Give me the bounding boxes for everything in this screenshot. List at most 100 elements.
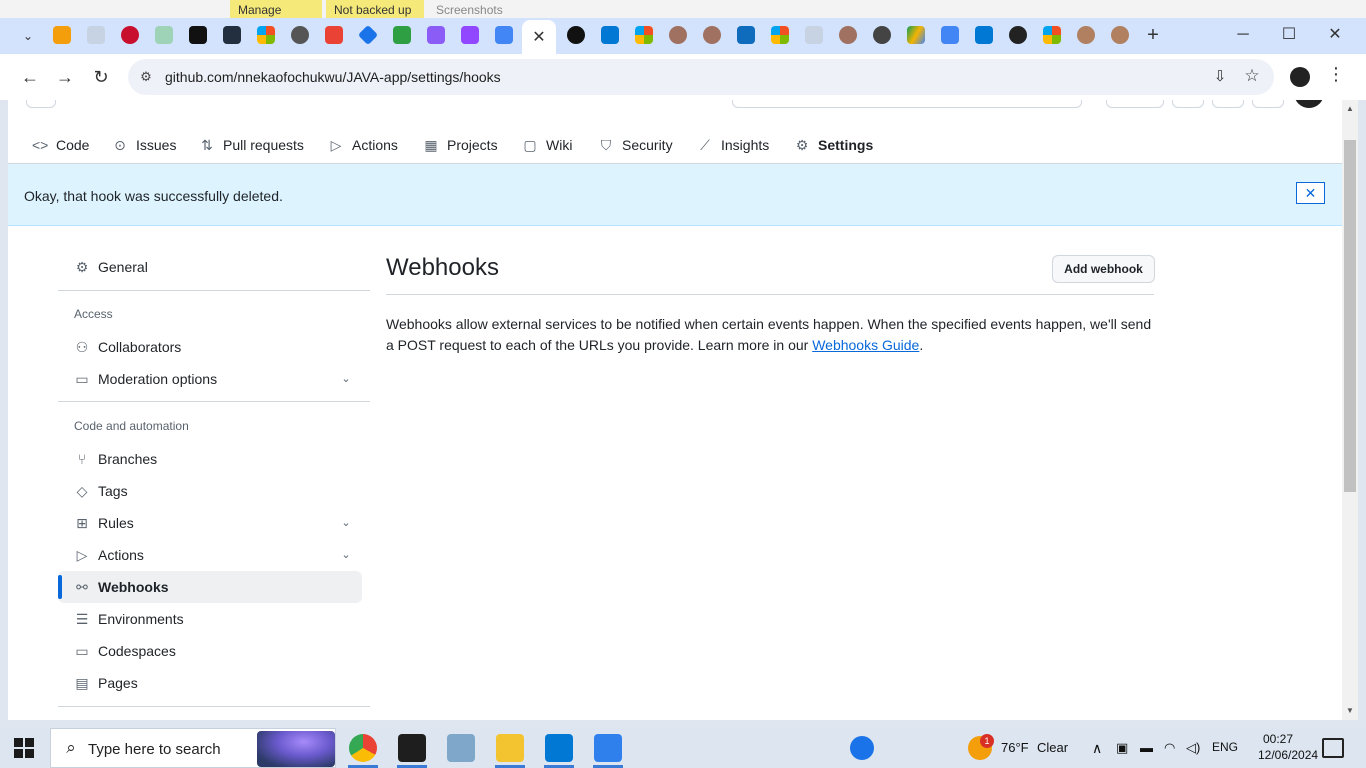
tab-favicon[interactable]	[155, 26, 173, 44]
tab-favicon[interactable]	[427, 26, 445, 44]
sidebar-item-general[interactable]: ⚙ General	[58, 251, 362, 283]
weather-temp[interactable]: 76°F	[1001, 740, 1029, 755]
taskbar-clock[interactable]: 00:27 12/06/2024	[1258, 731, 1318, 763]
tab-favicon[interactable]	[805, 26, 823, 44]
docs-icon[interactable]	[941, 26, 959, 44]
new-tab-button[interactable]: +	[1142, 24, 1164, 46]
chrome-icon[interactable]	[873, 26, 891, 44]
chevron-down-icon[interactable]: ⌄	[338, 515, 354, 531]
sidebar-item-actions[interactable]: ▷ Actions ⌄	[58, 539, 362, 571]
chrome-taskbar-icon[interactable]	[349, 734, 377, 762]
header-button[interactable]	[1212, 100, 1244, 108]
header-button[interactable]	[1106, 100, 1164, 108]
install-app-icon[interactable]: ⇩	[1210, 67, 1230, 87]
back-button[interactable]: ←	[17, 64, 43, 90]
header-button[interactable]	[1172, 100, 1204, 108]
tab-favicon[interactable]	[839, 26, 857, 44]
tab-security[interactable]: ⛉ Security	[598, 130, 673, 160]
openai-icon[interactable]	[1009, 26, 1027, 44]
not-backed-up-tab[interactable]: Not backed up	[326, 0, 424, 20]
tab-projects[interactable]: ▦ Projects	[423, 130, 497, 160]
terminal-taskbar-icon[interactable]	[398, 734, 426, 762]
meet-icon[interactable]: ▣	[1116, 740, 1128, 756]
sidebar-item-collaborators[interactable]: ⚇ Collaborators	[58, 331, 362, 363]
reload-button[interactable]: ↻	[88, 64, 114, 90]
url-text[interactable]: github.com/nnekaofochukwu/JAVA-app/setti…	[165, 69, 501, 85]
sidebar-item-moderation[interactable]: ▭ Moderation options ⌄	[58, 363, 362, 395]
scroll-up-icon[interactable]: ▲	[1345, 104, 1355, 113]
chevron-up-icon[interactable]: ∧	[1092, 740, 1102, 757]
azure-icon[interactable]	[601, 26, 619, 44]
sidebar-item-pages[interactable]: ▤ Pages	[58, 667, 362, 699]
minimize-button[interactable]: ─	[1220, 22, 1266, 48]
tab-insights[interactable]: ⟋ Insights	[697, 130, 769, 160]
header-button[interactable]	[26, 100, 56, 108]
webhooks-guide-link[interactable]: Webhooks Guide	[812, 337, 919, 353]
photos-taskbar-icon[interactable]	[594, 734, 622, 762]
close-window-button[interactable]: ✕	[1312, 22, 1358, 48]
app-taskbar-icon[interactable]	[447, 734, 475, 762]
tab-favicon[interactable]	[1111, 26, 1129, 44]
azure-icon[interactable]	[975, 26, 993, 44]
screenshots-tab[interactable]: Screenshots	[428, 0, 511, 20]
tab-favicon[interactable]	[189, 26, 207, 44]
outlook-icon[interactable]	[737, 26, 755, 44]
tab-settings[interactable]: ⚙ Settings	[794, 130, 874, 160]
tab-favicon[interactable]	[1077, 26, 1095, 44]
tab-favicon[interactable]	[669, 26, 687, 44]
chevron-down-icon[interactable]: ⌄	[338, 547, 354, 563]
microsoft-icon[interactable]	[257, 26, 275, 44]
profile-avatar[interactable]	[1290, 67, 1310, 87]
jira-icon[interactable]	[357, 24, 379, 46]
tab-code[interactable]: <> Code	[32, 130, 89, 160]
docs-icon[interactable]	[495, 26, 513, 44]
page-scrollbar[interactable]: ▲ ▼	[1342, 100, 1358, 720]
notification-icon[interactable]	[1322, 738, 1344, 758]
avatar[interactable]	[1294, 100, 1324, 108]
tab-search-dropdown[interactable]: ⌄	[16, 24, 40, 48]
tab-actions[interactable]: ▷ Actions	[328, 130, 398, 160]
tab-favicon[interactable]	[703, 26, 721, 44]
site-info-icon[interactable]: ⚙	[136, 67, 156, 87]
globe-icon[interactable]	[291, 26, 309, 44]
sidebar-item-branches[interactable]: ⑂ Branches	[58, 443, 362, 475]
drive-icon[interactable]	[907, 26, 925, 44]
bookmark-star-icon[interactable]: ☆	[1242, 66, 1262, 86]
header-search-box[interactable]	[732, 100, 1082, 108]
sidebar-item-codespaces[interactable]: ▭ Codespaces	[58, 635, 362, 667]
microsoft-icon[interactable]	[635, 26, 653, 44]
taskbar-search-box[interactable]: ⌕ Type here to search	[50, 728, 336, 768]
manage-tab[interactable]: Manage	[230, 0, 322, 20]
github-icon[interactable]	[567, 26, 585, 44]
address-bar[interactable]: ⚙ github.com/nnekaofochukwu/JAVA-app/set…	[128, 59, 1274, 95]
forward-button[interactable]: →	[52, 64, 78, 90]
tab-favicon[interactable]	[53, 26, 71, 44]
tab-pull-requests[interactable]: ⇅ Pull requests	[199, 130, 304, 160]
sidebar-item-webhooks[interactable]: ⚯ Webhooks	[58, 571, 362, 603]
scrollbar-thumb[interactable]	[1344, 140, 1356, 492]
tab-favicon[interactable]	[393, 26, 411, 44]
microsoft-icon[interactable]	[1043, 26, 1061, 44]
flash-close-button[interactable]: ✕	[1296, 182, 1325, 204]
tab-wiki[interactable]: ▢ Wiki	[522, 130, 572, 160]
scroll-down-icon[interactable]: ▼	[1345, 706, 1355, 715]
header-button[interactable]	[1252, 100, 1284, 108]
maximize-button[interactable]: ☐	[1266, 22, 1312, 48]
vscode-taskbar-icon[interactable]	[545, 734, 573, 762]
wifi-icon[interactable]: ◠	[1164, 740, 1175, 756]
speaker-icon[interactable]: ◁)	[1186, 740, 1200, 756]
weather-condition[interactable]: Clear	[1037, 740, 1068, 755]
help-icon[interactable]	[850, 736, 874, 760]
chevron-down-icon[interactable]: ⌄	[338, 371, 354, 387]
twitch-icon[interactable]	[461, 26, 479, 44]
battery-icon[interactable]: ▬	[1140, 740, 1153, 755]
tab-favicon[interactable]	[121, 26, 139, 44]
tab-favicon[interactable]	[87, 26, 105, 44]
file-explorer-taskbar-icon[interactable]	[496, 734, 524, 762]
microsoft-icon[interactable]	[771, 26, 789, 44]
tab-issues[interactable]: ⊙ Issues	[112, 130, 176, 160]
active-tab-close-button[interactable]: ✕	[522, 20, 556, 54]
browser-menu-icon[interactable]: ⋮	[1326, 64, 1346, 88]
sidebar-item-rules[interactable]: ⊞ Rules ⌄	[58, 507, 362, 539]
aws-icon[interactable]	[223, 26, 241, 44]
